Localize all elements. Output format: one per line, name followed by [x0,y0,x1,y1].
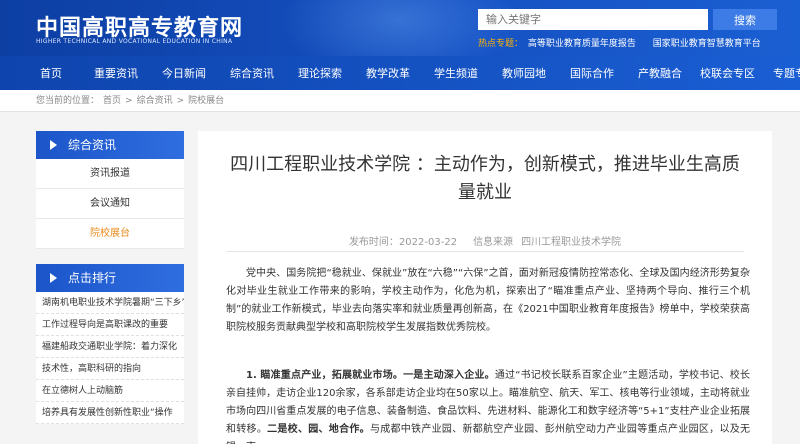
publish-time-label: 发布时间： [348,237,399,248]
source-label: 信息来源 [473,237,514,248]
nav-today-news[interactable]: 今日新闻 [162,65,206,81]
ranking-title: 点击排行 [36,264,184,292]
nav-teaching-reform[interactable]: 教学改革 [366,65,410,81]
ranking-list-item[interactable]: 福建船政交通职业学院：着力深化 [36,336,184,358]
breadcrumb-current[interactable]: 院校展台 [188,96,224,106]
ranking-title-text: 点击排行 [68,271,117,285]
ranking-list-item[interactable]: 湖南机电职业技术学院暑期“三下乡” [36,292,184,314]
main-nav: 首页 重要资讯 今日新闻 综合资讯 理论探索 教学改革 学生频道 教师园地 国际… [0,56,800,90]
nav-industry-education[interactable]: 产教融合 [638,65,682,81]
breadcrumb: 您当前的位置： 首页 > 综合资讯 > 院校展台 [0,90,800,112]
breadcrumb-separator: > [176,96,185,106]
ranking-list-item[interactable]: 在立德树人上动脑筋 [36,380,184,402]
sidebar-section-title-text: 综合资讯 [68,138,117,152]
article-panel: 四川工程职业技术学院 ：主动作为，创新模式，推进毕业生高质量就业 发布时间：20… [198,131,772,444]
sidebar-item-meeting-notices[interactable]: 会议通知 [36,189,184,219]
nav-teachers[interactable]: 教师园地 [502,65,546,81]
sidebar-section-title: 综合资讯 [36,131,184,159]
hot-topic-link[interactable]: 国家职业教育智慧教育平台 [653,39,761,49]
article-paragraph: 1. 瞄准重点产业，拓展就业市场。一是主动深入企业。通过“书记校长联系百家企业”… [226,367,750,444]
sidebar-item-news-reports[interactable]: 资讯报道 [36,159,184,189]
nav-students[interactable]: 学生频道 [434,65,478,81]
breadcrumb-separator: > [125,96,133,106]
nav-important-news[interactable]: 重要资讯 [94,65,138,81]
nav-home[interactable]: 首页 [40,65,62,81]
ranking-list-item[interactable]: 培养具有发展性创新性职业“操作 [36,402,184,424]
breadcrumb-link-home[interactable]: 首页 [103,96,121,106]
source-name: 四川工程职业技术学院 [521,237,622,248]
article-paragraph: 党中央、国务院把“稳就业、保就业”放在“六稳”“六保”之首，面对新冠疫情防控常态… [226,268,750,333]
nav-special-topics[interactable]: 专题专栏 [773,65,800,81]
article-title: 四川工程职业技术学院 ：主动作为，创新模式，推进毕业生高质量就业 [230,154,740,203]
nav-international[interactable]: 国际合作 [570,65,614,81]
ranking-list-item[interactable]: 技术性，高职科研的指向 [36,358,184,380]
article-meta: 发布时间：2022-03-22 信息来源 四川工程职业技术学院 [198,233,772,248]
breadcrumb-link-general-news[interactable]: 综合资讯 [137,96,173,106]
hot-topics-label: 热点专题： [478,39,524,49]
sidebar-ranking: 点击排行 湖南机电职业技术学院暑期“三下乡” 工作过程导向是高职课改的重要 福建… [36,264,184,424]
paragraph-heading: 二是校、园、地合作。 [267,424,370,435]
sidebar-news-menu: 综合资讯 资讯报道 会议通知 院校展台 [36,131,184,249]
divider [226,251,744,252]
ranking-list-item[interactable]: 工作过程导向是高职课改的重要 [36,314,184,336]
hot-topic-link[interactable]: 高等职业教育质量年度报告 [528,39,636,49]
site-logo-english: HIGHER TECHNICAL AND VOCATIONAL EDUCATIO… [36,38,233,45]
arrow-right-icon [50,140,57,150]
arrow-right-icon [50,273,57,283]
nav-theory[interactable]: 理论探索 [298,65,342,81]
breadcrumb-prefix: 您当前的位置： [36,96,100,106]
nav-alliance[interactable]: 校联会专区 [700,65,755,81]
search-button[interactable]: 搜索 [713,9,777,30]
search-input[interactable] [478,9,708,30]
publish-date: 2022-03-22 [398,237,458,248]
nav-general-news[interactable]: 综合资讯 [230,65,274,81]
paragraph-heading: 1. 瞄准重点产业，拓展就业市场。一是主动深入企业。 [246,370,495,381]
hot-topics: 热点专题： 高等职业教育质量年度报告 国家职业教育智慧教育平台 [478,36,775,49]
site-header: 中国高职高专教育网 HIGHER TECHNICAL AND VOCATIONA… [0,0,800,56]
sidebar-item-school-showcase[interactable]: 院校展台 [36,219,184,249]
